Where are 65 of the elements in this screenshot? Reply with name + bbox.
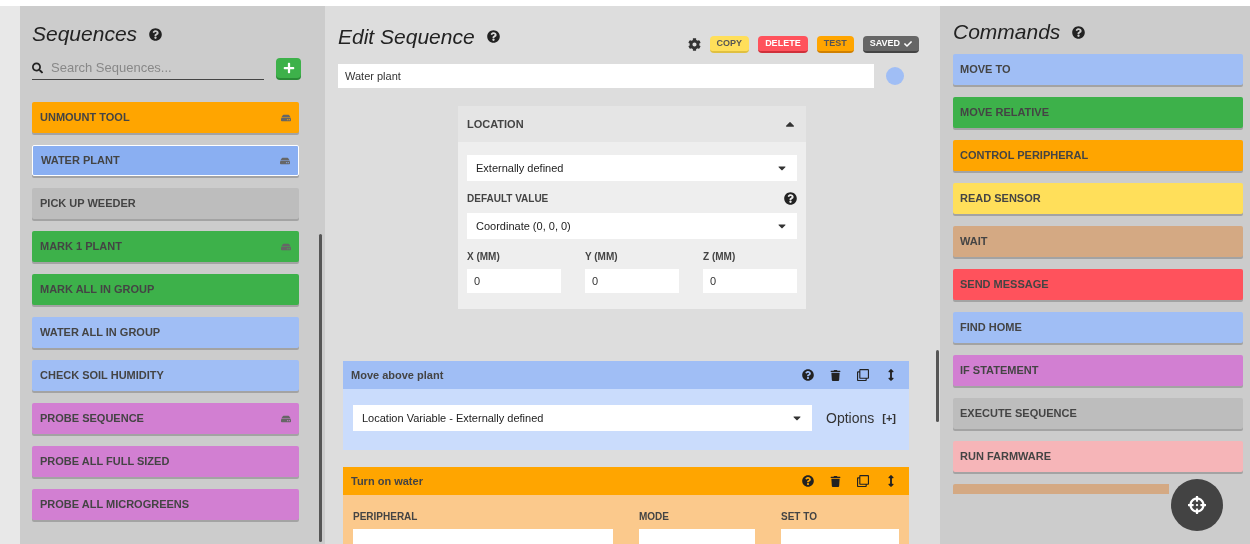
panel-title: Commands: [953, 19, 1061, 46]
field-label: SET TO: [781, 510, 818, 524]
sequence-item[interactable]: PROBE ALL FULL SIZED: [32, 446, 299, 477]
coordinate-field[interactable]: 0: [585, 269, 679, 293]
trash-icon[interactable]: [830, 475, 841, 487]
crosshair-icon: [1188, 496, 1206, 514]
command-item[interactable]: IF STATEMENT: [953, 355, 1243, 386]
trash-icon[interactable]: [830, 369, 841, 381]
sequence-item[interactable]: PROBE ALL MICROGREENS: [32, 489, 299, 520]
options-toggle[interactable]: [+]: [882, 409, 896, 427]
field-label: X (MM): [467, 250, 501, 264]
panel-title: Edit Sequence: [338, 23, 475, 50]
step-header[interactable]: Turn on water: [343, 467, 909, 495]
search-icon: [32, 61, 43, 74]
help-icon[interactable]: [802, 475, 814, 487]
field-label: DEFAULT VALUE: [467, 192, 549, 206]
center-button[interactable]: [1171, 479, 1223, 531]
default-value-dropdown[interactable]: Coordinate (0, 0, 0): [467, 213, 797, 239]
check-icon: [904, 39, 912, 48]
command-item[interactable]: MOVE RELATIVE: [953, 97, 1243, 128]
coordinate-field[interactable]: 0: [467, 269, 561, 293]
options-label: Options: [826, 408, 875, 428]
command-item[interactable]: READ SENSOR: [953, 183, 1243, 214]
action-button[interactable]: SAVED: [862, 36, 919, 53]
sequence-item[interactable]: CHECK SOIL HUMIDITY: [32, 360, 299, 391]
name-field[interactable]: Water plant: [338, 64, 874, 88]
sequence-item[interactable]: MARK ALL IN GROUP: [32, 274, 299, 305]
action-button[interactable]: DELETE: [758, 36, 808, 53]
command-item[interactable]: FIND HOME: [953, 312, 1243, 343]
field-label: MODE: [639, 510, 670, 524]
sequence-item[interactable]: WATER ALL IN GROUP: [32, 317, 299, 348]
action-button[interactable]: COPY: [709, 36, 750, 53]
command-item[interactable]: SEND MESSAGE: [953, 269, 1243, 300]
command-item[interactable]: WAIT: [953, 226, 1243, 257]
help-icon[interactable]: [486, 30, 500, 43]
location-dropdown[interactable]: Location Variable - Externally defined: [353, 405, 812, 431]
add-button[interactable]: [276, 58, 301, 78]
help-icon[interactable]: [784, 192, 797, 205]
duplicate-icon[interactable]: [857, 475, 869, 487]
command-item[interactable]: EXECUTE SEQUENCE: [953, 398, 1243, 429]
sequence-item[interactable]: WATER PLANT: [32, 145, 299, 176]
action-button[interactable]: TEST: [816, 36, 854, 53]
sequence-item[interactable]: PICK UP WEEDER: [32, 188, 299, 219]
field-label: Z (MM): [703, 250, 737, 264]
scrollbar: [936, 350, 939, 422]
help-icon[interactable]: [802, 369, 814, 381]
command-item[interactable]: CONTROL PERIPHERAL: [953, 140, 1243, 171]
sequence-item[interactable]: PROBE SEQUENCE: [32, 403, 299, 434]
help-icon[interactable]: [1072, 25, 1086, 39]
plus-icon: [282, 62, 295, 74]
field-label: PERIPHERAL: [353, 510, 419, 524]
step-header[interactable]: Move above plant: [343, 361, 909, 389]
field-label: Y (MM): [585, 250, 619, 264]
coordinate-field[interactable]: 0: [703, 269, 797, 293]
command-item[interactable]: MOVE TO: [953, 54, 1243, 85]
panel-title: Sequences: [32, 21, 138, 48]
source-dropdown[interactable]: Externally defined: [467, 155, 797, 181]
help-icon[interactable]: [149, 27, 163, 41]
location-header[interactable]: LOCATION: [458, 106, 806, 142]
duplicate-icon[interactable]: [857, 369, 869, 381]
search-field[interactable]: Search Sequences...: [51, 57, 264, 78]
sequence-item[interactable]: MARK 1 PLANT: [32, 231, 299, 262]
settings-icon[interactable]: [687, 38, 701, 51]
command-item[interactable]: RUN FARMWARE: [953, 441, 1243, 472]
sequence-item[interactable]: UNMOUNT TOOL: [32, 102, 299, 133]
